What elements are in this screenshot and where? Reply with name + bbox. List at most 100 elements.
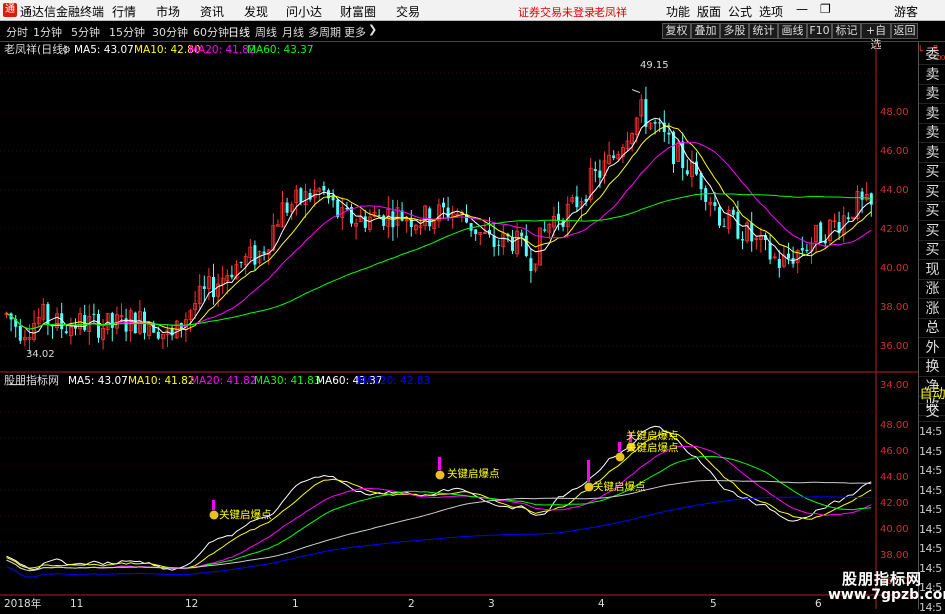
period-daily[interactable]: 日线 [228, 24, 250, 40]
menu-jiaoyi[interactable]: 交易 [396, 3, 420, 20]
menu-shichang[interactable]: 市场 [156, 3, 180, 20]
sidebar-item-16: 换手 [919, 358, 945, 377]
sub-y-tick-38: 38.00 [880, 550, 909, 561]
kline-chart[interactable]: 老凤祥(日线) ⚙ MA5: 43.07 MA10: 42.80 MA20: 4… [0, 42, 918, 609]
f10-button[interactable]: F10 [807, 23, 832, 39]
menu-gongneng[interactable]: 功能 [666, 3, 690, 20]
period-1min[interactable]: 1分钟 [33, 24, 62, 40]
sidebar-item-13: 涨幅 [919, 300, 945, 319]
menu-gongshi[interactable]: 公式 [728, 3, 752, 20]
sidebar-item-14: 总量 [919, 319, 945, 338]
candle-body [658, 122, 662, 124]
trade-time-3: 14:5 [919, 483, 942, 497]
sidebar-item-19[interactable]: 自动 [919, 385, 945, 404]
trade-time-0: 14:5 [919, 425, 942, 438]
candle-body [704, 188, 708, 203]
signal-coin-icon [615, 452, 625, 462]
restore-icon[interactable]: ❐ [820, 2, 831, 16]
menu-caifuquan[interactable]: 财富圈 [340, 3, 376, 20]
candle-body [543, 229, 547, 231]
candle-body [428, 208, 432, 227]
candle-body [18, 325, 22, 341]
app-name: 通达信金融终端 [20, 5, 105, 19]
candle-body [64, 331, 68, 334]
biaoji-button[interactable]: 标记 [832, 23, 861, 39]
candle-body [377, 215, 381, 217]
sidebar-item-5: 卖一 [919, 144, 945, 163]
duogu-button[interactable]: 多股 [720, 23, 749, 39]
candle-body [382, 215, 386, 226]
candle-body [598, 170, 602, 178]
menu-hangqing[interactable]: 行情 [112, 3, 136, 20]
period-fenshi[interactable]: 分时 [6, 24, 28, 40]
period-monthly[interactable]: 月线 [282, 24, 304, 40]
back-button[interactable]: 返回 [891, 23, 918, 39]
candle-body [722, 226, 726, 228]
candle-body [262, 251, 266, 254]
sidebar-item-3: 卖三 [919, 105, 945, 124]
period-more[interactable]: 更多 [344, 24, 366, 40]
period-weekly[interactable]: 周线 [255, 24, 277, 40]
tongji-button[interactable]: 统计 [749, 23, 778, 39]
chart-area[interactable]: 老凤祥(日线) ⚙ MA5: 43.07 MA10: 42.80 MA20: 4… [0, 42, 945, 609]
sub-y-tick-44: 44.00 [880, 472, 909, 483]
period-60min[interactable]: 60分钟 [193, 24, 229, 40]
candle-body [497, 244, 501, 246]
y-tick-34: 34.00 [880, 380, 909, 391]
x-label-2: 2 [408, 598, 415, 609]
sub-ma10-label: MA10: 41.82 [128, 375, 195, 387]
period-15min[interactable]: 15分钟 [109, 24, 145, 40]
candle-body [299, 188, 303, 203]
diejia-button[interactable]: 叠加 [691, 23, 720, 39]
trade-time-6: 14:5 [919, 542, 942, 555]
signal-coin-icon [435, 470, 445, 480]
period-5min[interactable]: 5分钟 [71, 24, 100, 40]
sidebar-item-20[interactable]: 交易 [919, 403, 945, 422]
sub-ma5-line [6, 425, 872, 571]
signal-bar [438, 457, 441, 470]
candle-body [202, 286, 206, 289]
sidebar-item-2: 卖四 [919, 85, 945, 104]
menu-xuanxiang[interactable]: 选项 [759, 3, 783, 20]
candle-body [529, 258, 533, 271]
sidebar-item-8: 买三 [919, 202, 945, 221]
watermark-line2: www.7gpzb.com [828, 587, 945, 603]
menu-zixun[interactable]: 资讯 [200, 3, 224, 20]
candle-body [474, 229, 478, 235]
y-tick-36: 36.00 [880, 341, 909, 352]
fuquan-button[interactable]: 复权 [662, 23, 691, 39]
sub-y-tick-46: 46.00 [880, 446, 909, 457]
login-warning[interactable]: 证券交易未登录 [518, 4, 595, 20]
sidebar-item-1: 卖五 [919, 66, 945, 85]
menu-faxian[interactable]: 发现 [244, 3, 268, 20]
app-logo-icon: 通 [3, 3, 17, 17]
add-watchlist-button[interactable]: +自选 [861, 23, 891, 51]
candle-body [787, 253, 790, 259]
huaxian-button[interactable]: 画线 [778, 23, 807, 39]
minimize-icon[interactable]: — [796, 2, 808, 16]
guest-label[interactable]: 游客 [894, 3, 918, 20]
sidebar-item-7: 买二 [919, 183, 945, 202]
candle-body [92, 313, 96, 315]
sub-y-tick-40: 40.00 [880, 524, 909, 535]
chevron-right-icon[interactable]: ❯ [368, 23, 377, 36]
sidebar-item-9: 买四 [919, 222, 945, 241]
candle-body [469, 223, 473, 231]
sub-y-tick-42: 42.00 [880, 498, 909, 509]
x-label-11: 11 [70, 598, 83, 609]
sub-ma120-label: MA120: 42.83 [357, 375, 430, 387]
menu-banmian[interactable]: 版面 [697, 3, 721, 20]
period-30min[interactable]: 30分钟 [152, 24, 188, 40]
y-tick-44: 44.00 [880, 185, 909, 196]
watermark: 股朋指标网 www.7gpzb.com [828, 568, 945, 606]
candle-body [800, 247, 804, 251]
candle-body [869, 193, 873, 205]
high-price-label: 49.15 [640, 60, 669, 71]
menu-wenxiaoda[interactable]: 问小达 [286, 3, 322, 20]
settings-dot-icon: ⚙ [62, 45, 71, 56]
x-label-4: 4 [598, 598, 605, 609]
period-multi[interactable]: 多周期 [308, 24, 341, 40]
trade-time-1: 14:5 [919, 444, 942, 458]
candle-body [492, 235, 496, 247]
candle-body [110, 313, 114, 328]
